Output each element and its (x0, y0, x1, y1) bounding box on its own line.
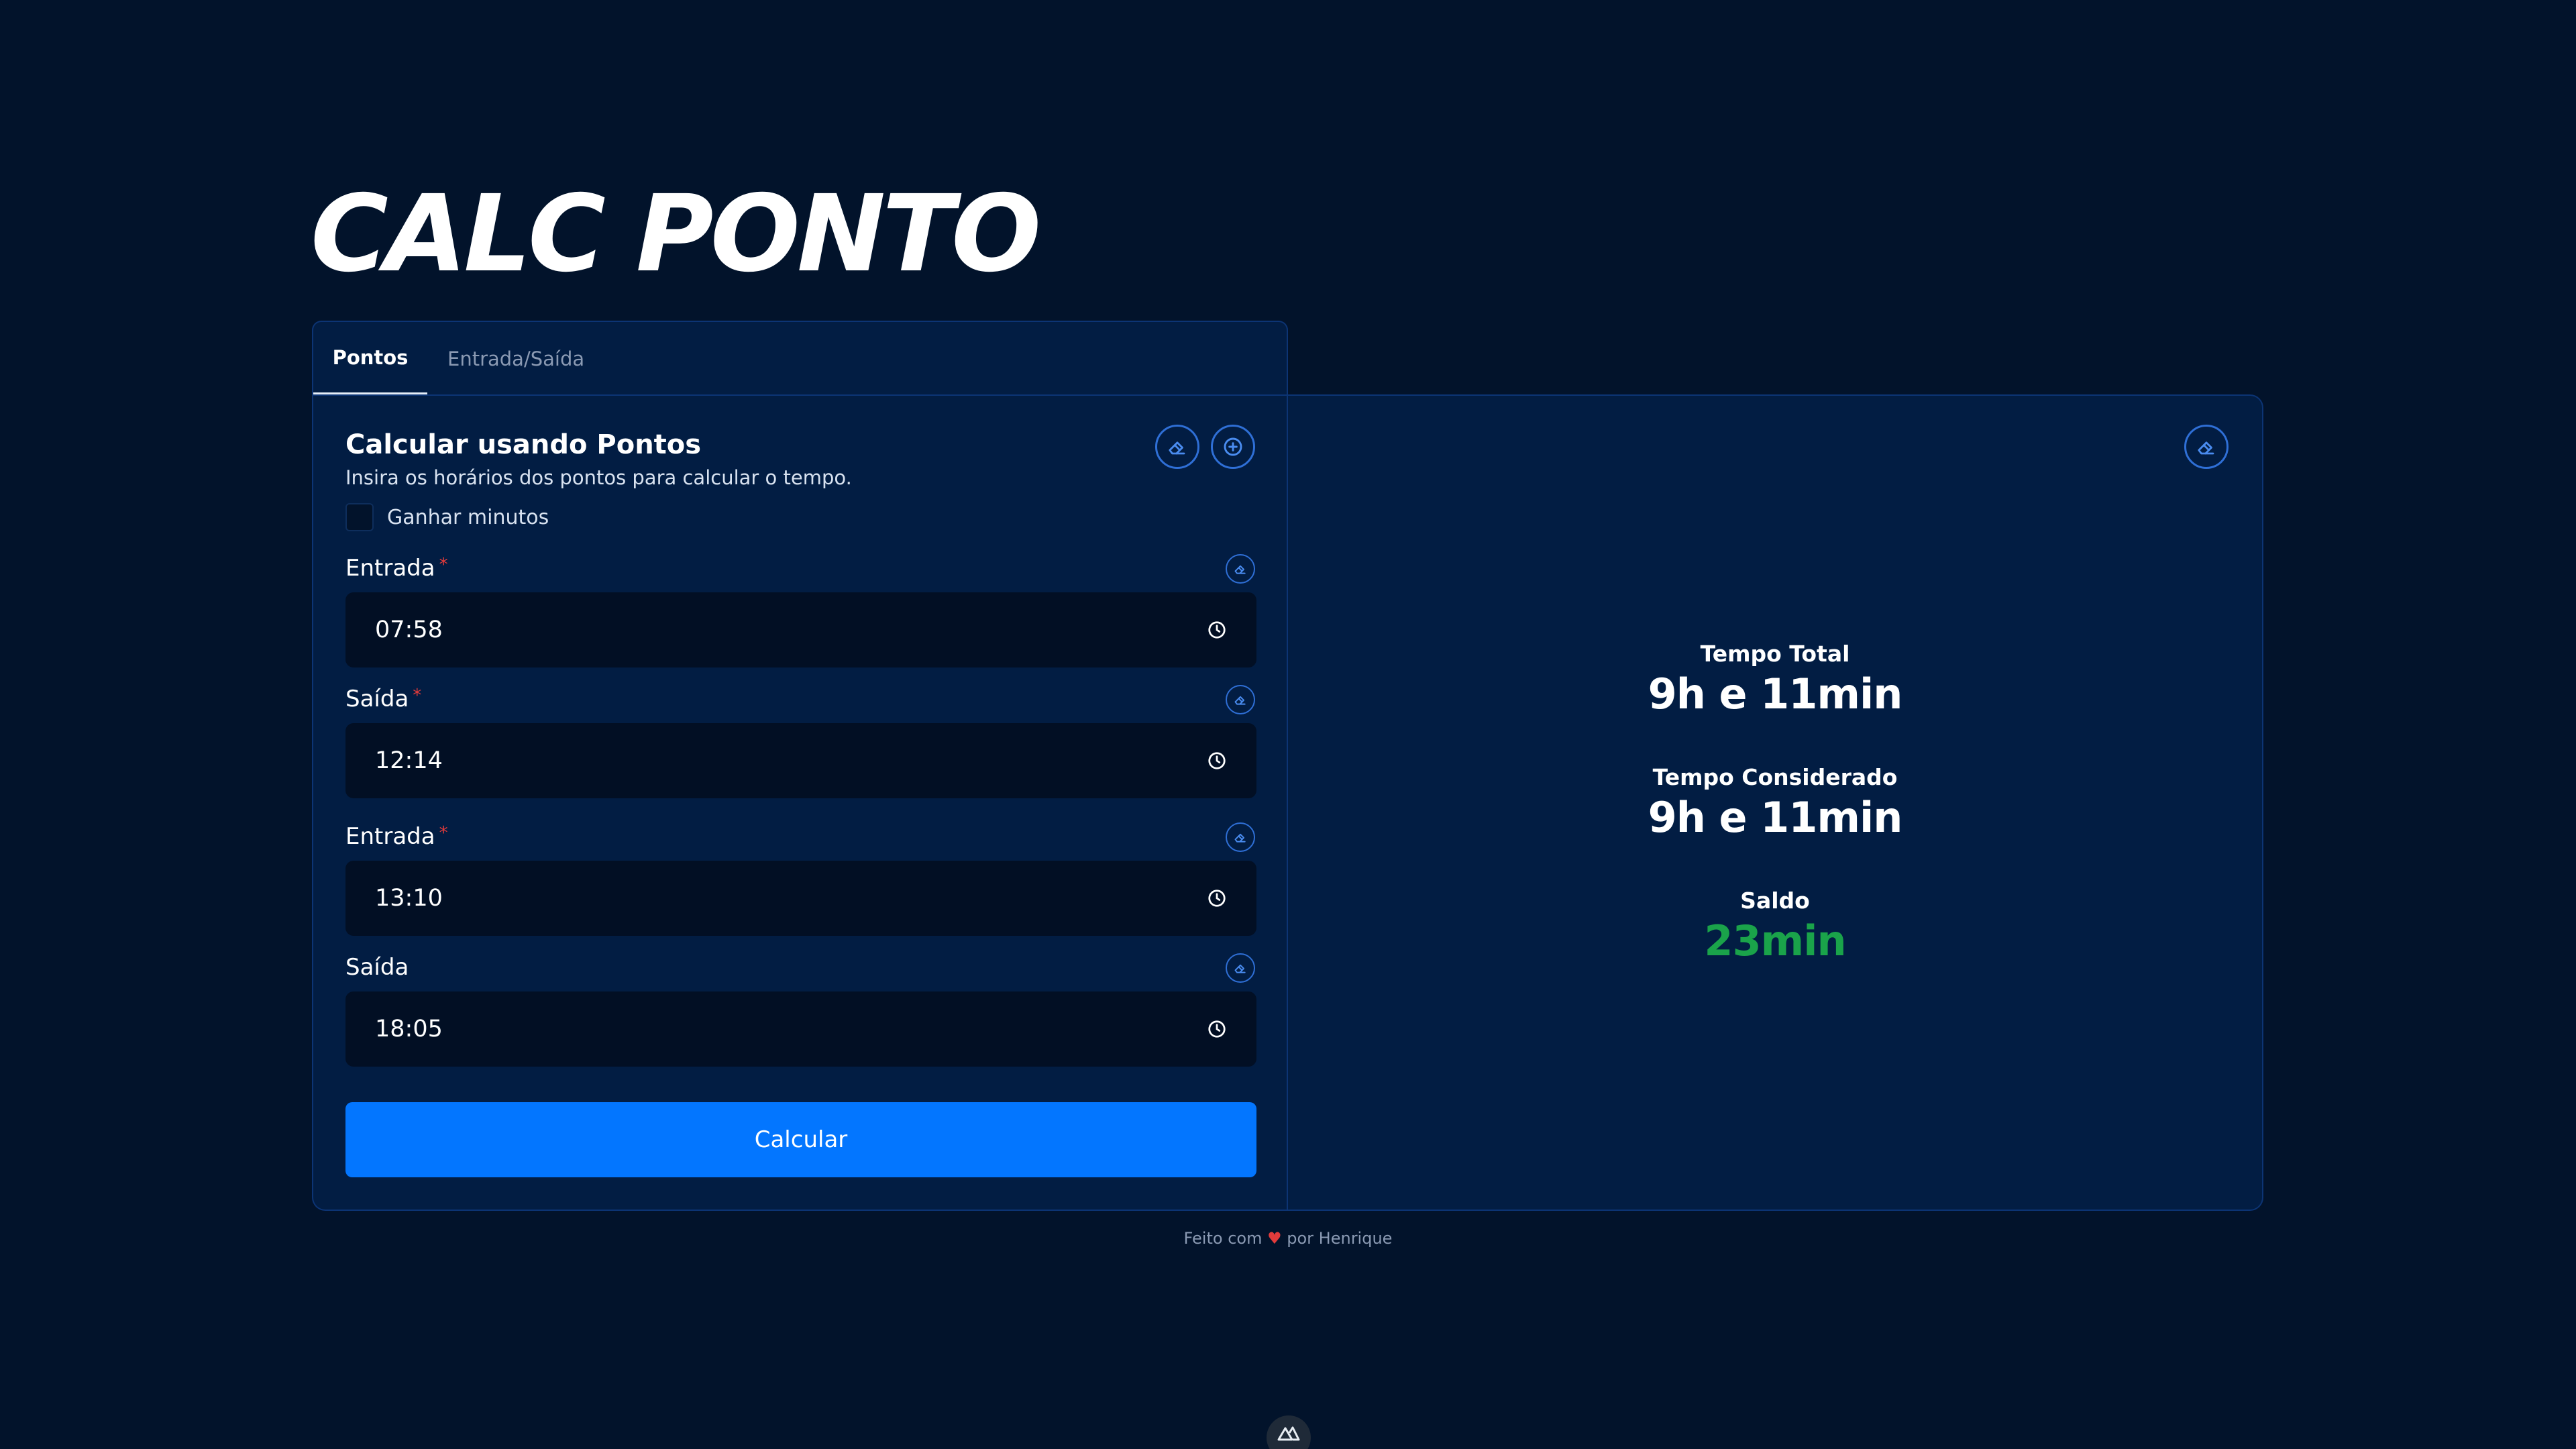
nuxt-icon (1277, 1426, 1300, 1441)
points-form-card: Calcular usando Pontos Insira os horário… (312, 394, 1288, 1211)
heart-icon: ♥ (1267, 1229, 1282, 1248)
clear-field-button[interactable] (1226, 554, 1255, 584)
clear-field-button[interactable] (1226, 685, 1255, 714)
eraser-icon (1169, 441, 1185, 455)
time-input[interactable]: 07:58 (345, 592, 1256, 667)
total-time-block: Tempo Total 9h e 11min (1288, 641, 2262, 718)
gain-minutes-label: Ganhar minutos (387, 505, 549, 529)
clear-results-button[interactable] (2184, 425, 2229, 469)
eraser-icon (1234, 833, 1246, 843)
field-label-text: Entrada (345, 555, 435, 582)
footer: Feito com ♥ por Henrique (0, 1229, 2576, 1248)
form-title: Calcular usando Pontos (345, 429, 702, 460)
add-point-button[interactable] (1211, 425, 1255, 469)
footer-prefix: Feito com (1183, 1229, 1263, 1248)
total-time-label: Tempo Total (1700, 641, 1850, 667)
clock-icon[interactable] (1207, 888, 1227, 908)
clock-icon[interactable] (1207, 620, 1227, 640)
time-input[interactable]: 13:10 (345, 861, 1256, 936)
clear-field-button[interactable] (1226, 953, 1255, 983)
considered-time-value: 9h e 11min (1648, 793, 1903, 842)
eraser-icon (2198, 441, 2214, 455)
plus-circle-icon (1224, 437, 1242, 456)
required-mark: * (439, 823, 448, 843)
footer-author: por Henrique (1287, 1229, 1393, 1248)
considered-time-label: Tempo Considerado (1652, 764, 1898, 790)
app-title: CALC PONTO (311, 172, 1041, 296)
field-label: Saída (345, 954, 409, 981)
considered-time-block: Tempo Considerado 9h e 11min (1288, 764, 2262, 842)
field-label: Saída * (345, 686, 421, 712)
results-card: Tempo Total 9h e 11min Tempo Considerado… (1287, 394, 2263, 1211)
eraser-icon (1234, 696, 1246, 705)
calculate-button[interactable]: Calcular (345, 1102, 1256, 1177)
time-value: 18:05 (375, 1016, 443, 1042)
field-label-text: Saída (345, 686, 409, 712)
required-mark: * (413, 686, 422, 706)
gain-minutes-row: Ganhar minutos (345, 503, 549, 531)
time-value: 13:10 (375, 885, 443, 912)
clock-icon[interactable] (1207, 751, 1227, 771)
balance-block: Saldo 23min (1288, 888, 2262, 965)
tab-entrada-saida[interactable]: Entrada/Saída (447, 322, 584, 396)
time-value: 07:58 (375, 616, 443, 643)
required-mark: * (439, 555, 448, 575)
form-description: Insira os horários dos pontos para calcu… (345, 466, 852, 489)
field-label: Entrada * (345, 555, 448, 582)
total-time-value: 9h e 11min (1648, 669, 1903, 718)
tab-bar: Pontos Entrada/Saída (312, 321, 1288, 396)
gain-minutes-checkbox[interactable] (345, 503, 374, 531)
field-label-text: Entrada (345, 823, 435, 850)
eraser-icon (1234, 964, 1246, 973)
time-input[interactable]: 18:05 (345, 991, 1256, 1067)
clock-icon[interactable] (1207, 1019, 1227, 1039)
eraser-icon (1234, 565, 1246, 574)
tab-pontos[interactable]: Pontos (313, 322, 427, 396)
balance-label: Saldo (1740, 888, 1810, 914)
clear-field-button[interactable] (1226, 822, 1255, 852)
time-input[interactable]: 12:14 (345, 723, 1256, 798)
time-value: 12:14 (375, 747, 443, 774)
balance-value: 23min (1704, 916, 1846, 965)
nuxt-devtools-button[interactable] (1267, 1415, 1311, 1449)
field-label-text: Saída (345, 954, 409, 981)
clear-all-button[interactable] (1155, 425, 1199, 469)
field-label: Entrada * (345, 823, 448, 850)
